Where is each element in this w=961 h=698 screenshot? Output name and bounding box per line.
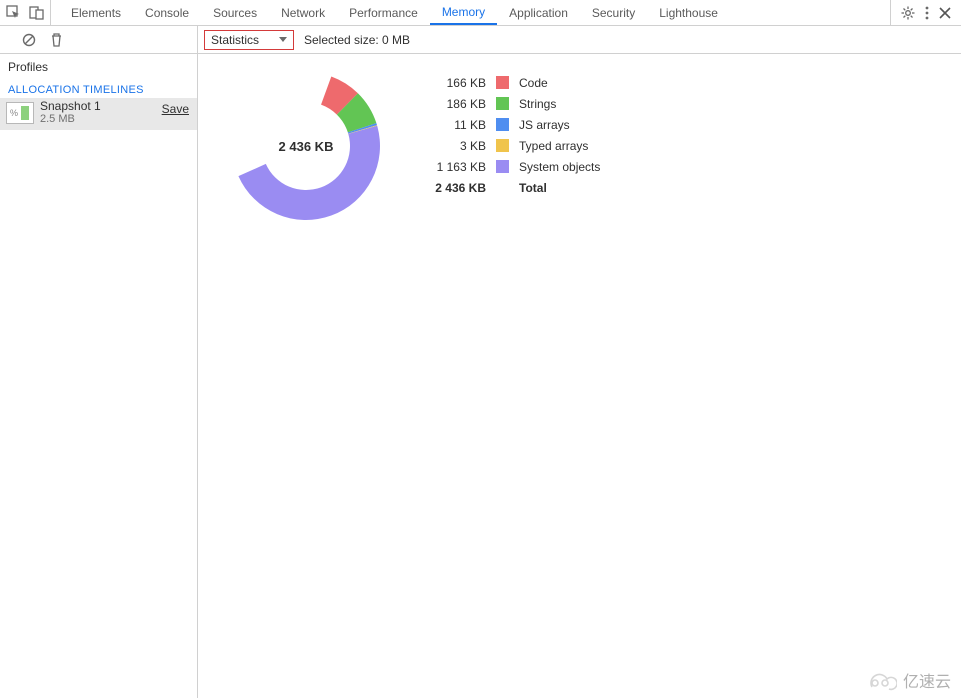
snapshot-size: 2.5 MB — [40, 113, 101, 126]
tab-lighthouse[interactable]: Lighthouse — [647, 0, 730, 25]
statistics-content: 2 436 KB 166 KB Code 186 KB Strings 11 KB JS … — [198, 54, 961, 698]
legend-swatch — [496, 118, 509, 131]
legend-swatch — [496, 160, 509, 173]
donut-chart: 2 436 KB — [226, 66, 386, 226]
legend-size: 1 163 KB — [430, 160, 486, 174]
legend-label: JS arrays — [519, 118, 570, 132]
clear-icon[interactable] — [22, 33, 36, 47]
tab-security[interactable]: Security — [580, 0, 647, 25]
tab-memory[interactable]: Memory — [430, 0, 497, 25]
chart-area: 2 436 KB 166 KB Code 186 KB Strings 11 KB JS … — [226, 66, 961, 226]
tab-network[interactable]: Network — [269, 0, 337, 25]
profiles-sidebar: Profiles ALLOCATION TIMELINES % Snapshot… — [0, 54, 198, 698]
profiles-header: Profiles — [0, 54, 197, 78]
save-link[interactable]: Save — [162, 102, 189, 116]
selected-size-text: Selected size: 0 MB — [304, 33, 410, 47]
legend-size: 186 KB — [430, 97, 486, 111]
legend-row[interactable]: 11 KB JS arrays — [430, 114, 600, 135]
inspect-icon[interactable] — [6, 5, 21, 20]
tab-performance[interactable]: Performance — [337, 0, 430, 25]
legend-swatch — [496, 76, 509, 89]
memory-toolbar: Statistics Selected size: 0 MB — [0, 26, 961, 54]
legend-row[interactable]: 1 163 KB System objects — [430, 156, 600, 177]
donut-total-label: 2 436 KB — [226, 66, 386, 226]
view-toolbar: Statistics Selected size: 0 MB — [198, 26, 961, 53]
tab-sources[interactable]: Sources — [201, 0, 269, 25]
watermark: 亿速云 — [863, 668, 951, 692]
legend-label: System objects — [519, 160, 600, 174]
topbar-right-icons — [890, 0, 961, 25]
legend-row[interactable]: 186 KB Strings — [430, 93, 600, 114]
main-area: Profiles ALLOCATION TIMELINES % Snapshot… — [0, 54, 961, 698]
legend-row[interactable]: 3 KB Typed arrays — [430, 135, 600, 156]
legend-row-total: 2 436 KB Total — [430, 177, 600, 198]
devtools-topbar: ElementsConsoleSourcesNetworkPerformance… — [0, 0, 961, 26]
snapshot-name: Snapshot 1 — [40, 100, 101, 113]
legend-row[interactable]: 166 KB Code — [430, 72, 600, 93]
topbar-left-icons — [0, 0, 51, 25]
view-dropdown-value: Statistics — [211, 33, 259, 47]
profiles-toolbar — [0, 26, 198, 53]
tab-elements[interactable]: Elements — [59, 0, 133, 25]
tab-application[interactable]: Application — [497, 0, 580, 25]
device-toggle-icon[interactable] — [29, 5, 44, 20]
legend-size: 2 436 KB — [430, 181, 486, 195]
snapshot-icon: % — [6, 102, 34, 124]
watermark-text: 亿速云 — [903, 668, 951, 692]
legend-label: Typed arrays — [519, 139, 588, 153]
legend-swatch — [496, 97, 509, 110]
snapshot-text: Snapshot 1 2.5 MB — [40, 100, 101, 126]
tab-console[interactable]: Console — [133, 0, 201, 25]
chart-legend: 166 KB Code 186 KB Strings 11 KB JS arrays 3 K… — [430, 72, 600, 198]
legend-swatch — [496, 181, 509, 194]
kebab-menu-icon[interactable] — [925, 6, 929, 20]
legend-label: Total — [519, 181, 547, 195]
legend-swatch — [496, 139, 509, 152]
view-dropdown[interactable]: Statistics — [204, 30, 294, 50]
snapshot-row[interactable]: % Snapshot 1 2.5 MB Save — [0, 98, 197, 130]
legend-label: Strings — [519, 97, 556, 111]
close-icon[interactable] — [939, 7, 951, 19]
legend-size: 11 KB — [430, 118, 486, 132]
legend-size: 166 KB — [430, 76, 486, 90]
chevron-down-icon — [279, 37, 287, 42]
devtools-tabs: ElementsConsoleSourcesNetworkPerformance… — [51, 0, 890, 25]
delete-icon[interactable] — [50, 33, 63, 47]
allocation-timelines-header: ALLOCATION TIMELINES — [0, 78, 197, 98]
legend-label: Code — [519, 76, 548, 90]
gear-icon[interactable] — [901, 6, 915, 20]
legend-size: 3 KB — [430, 139, 486, 153]
